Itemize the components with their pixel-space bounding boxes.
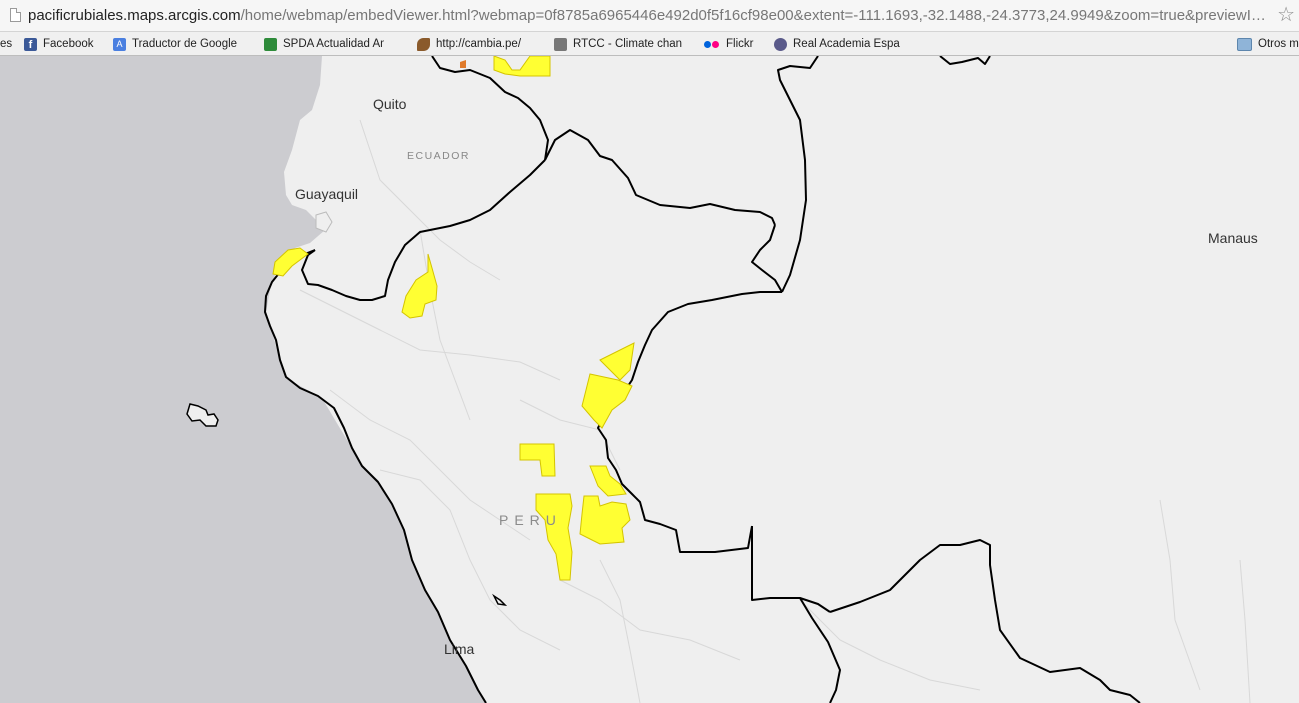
bookmark-label: es	[0, 38, 13, 50]
google-translate-icon: A	[113, 37, 126, 51]
country-label-peru: PERU	[499, 512, 562, 528]
city-label-guayaquil: Guayaquil	[295, 186, 359, 202]
bookmark-star-icon[interactable]: ☆	[1277, 3, 1295, 27]
bookmark-label: RTCC - Climate chan	[573, 38, 683, 50]
bookmark-label: Facebook	[43, 38, 94, 50]
spda-icon	[264, 37, 277, 51]
url-text[interactable]: pacificrubiales.maps.arcgis.com/home/web…	[28, 7, 1268, 24]
rtcc-icon	[554, 37, 567, 51]
map-viewport[interactable]: Quito ECUADOR Guayaquil Manaus PERU Lima	[0, 56, 1299, 703]
url-path: /home/webmap/embedViewer.html?webmap=0f8…	[240, 7, 1268, 24]
bookmark-item-rae[interactable]: Real Academia Espa	[774, 36, 906, 52]
bookmark-item-flickr[interactable]: Flickr	[704, 36, 764, 52]
city-label-manaus: Manaus	[1208, 230, 1258, 246]
bookmark-label: SPDA Actualidad Am	[283, 38, 384, 50]
bookmark-label: Otros m	[1258, 38, 1299, 50]
bookmark-item-facebook[interactable]: f Facebook	[24, 36, 104, 52]
city-label-quito: Quito	[373, 96, 407, 112]
bookmark-label: http://cambia.pe/	[436, 38, 522, 50]
folder-icon	[1237, 37, 1252, 51]
map-canvas	[0, 56, 1299, 703]
bookmark-item-otros[interactable]: Otros m	[1237, 36, 1299, 52]
flickr-icon	[704, 38, 720, 51]
bookmarks-bar: es f Facebook A Traductor de Google SPDA…	[0, 32, 1299, 56]
bookmark-item-cambia[interactable]: http://cambia.pe/	[417, 36, 541, 52]
bookmark-label: Real Academia Espa	[793, 38, 900, 50]
bookmark-item-rtcc[interactable]: RTCC - Climate chan	[554, 36, 690, 52]
facebook-icon: f	[24, 37, 37, 51]
cambia-icon	[417, 37, 430, 51]
bookmark-item-spda[interactable]: SPDA Actualidad Am	[264, 36, 384, 52]
bookmark-label: Traductor de Google	[132, 38, 238, 50]
bookmark-label: Flickr	[726, 38, 754, 50]
address-bar[interactable]: pacificrubiales.maps.arcgis.com/home/web…	[0, 0, 1299, 32]
rae-icon	[774, 37, 787, 51]
bookmark-item-traductor[interactable]: A Traductor de Google	[113, 36, 253, 52]
country-label-ecuador: ECUADOR	[407, 150, 471, 162]
bookmark-item-cut[interactable]: es	[0, 36, 14, 52]
city-label-lima: Lima	[444, 641, 475, 657]
url-host: pacificrubiales.maps.arcgis.com	[28, 7, 241, 24]
page-icon	[10, 8, 21, 22]
